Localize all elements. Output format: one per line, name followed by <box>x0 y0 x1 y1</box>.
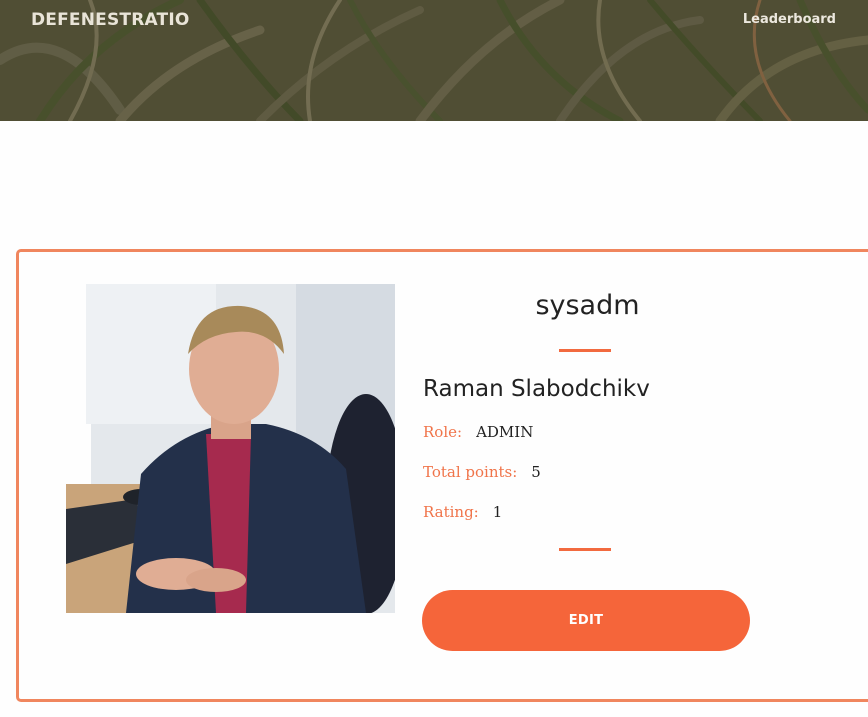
profile-username: sysadm <box>535 290 640 321</box>
rating-value: 1 <box>492 503 503 521</box>
role-row: Role: ADMIN <box>423 423 533 441</box>
profile-card: sysadm Raman Slabodchikv Role: ADMIN Tota… <box>16 249 868 702</box>
edit-profile-button[interactable]: EDIT <box>422 590 750 651</box>
rating-label: Rating: <box>423 503 479 521</box>
total-points-value: 5 <box>531 463 541 481</box>
brand-logo[interactable]: DEFENESTRATIO <box>31 10 190 30</box>
avatar <box>66 284 395 613</box>
total-points-row: Total points: 5 <box>423 463 541 481</box>
username-divider <box>559 349 611 352</box>
rating-row: Rating: 1 <box>423 503 502 521</box>
user-photo-icon <box>66 284 395 613</box>
role-label: Role: <box>423 423 463 441</box>
site-header: DEFENESTRATIO Leaderboard <box>0 0 868 121</box>
role-value: ADMIN <box>476 423 534 441</box>
nav-leaderboard-link[interactable]: Leaderboard <box>743 12 836 27</box>
info-divider <box>559 548 611 551</box>
total-points-label: Total points: <box>423 463 518 481</box>
profile-full-name: Raman Slabodchikv <box>423 376 650 402</box>
